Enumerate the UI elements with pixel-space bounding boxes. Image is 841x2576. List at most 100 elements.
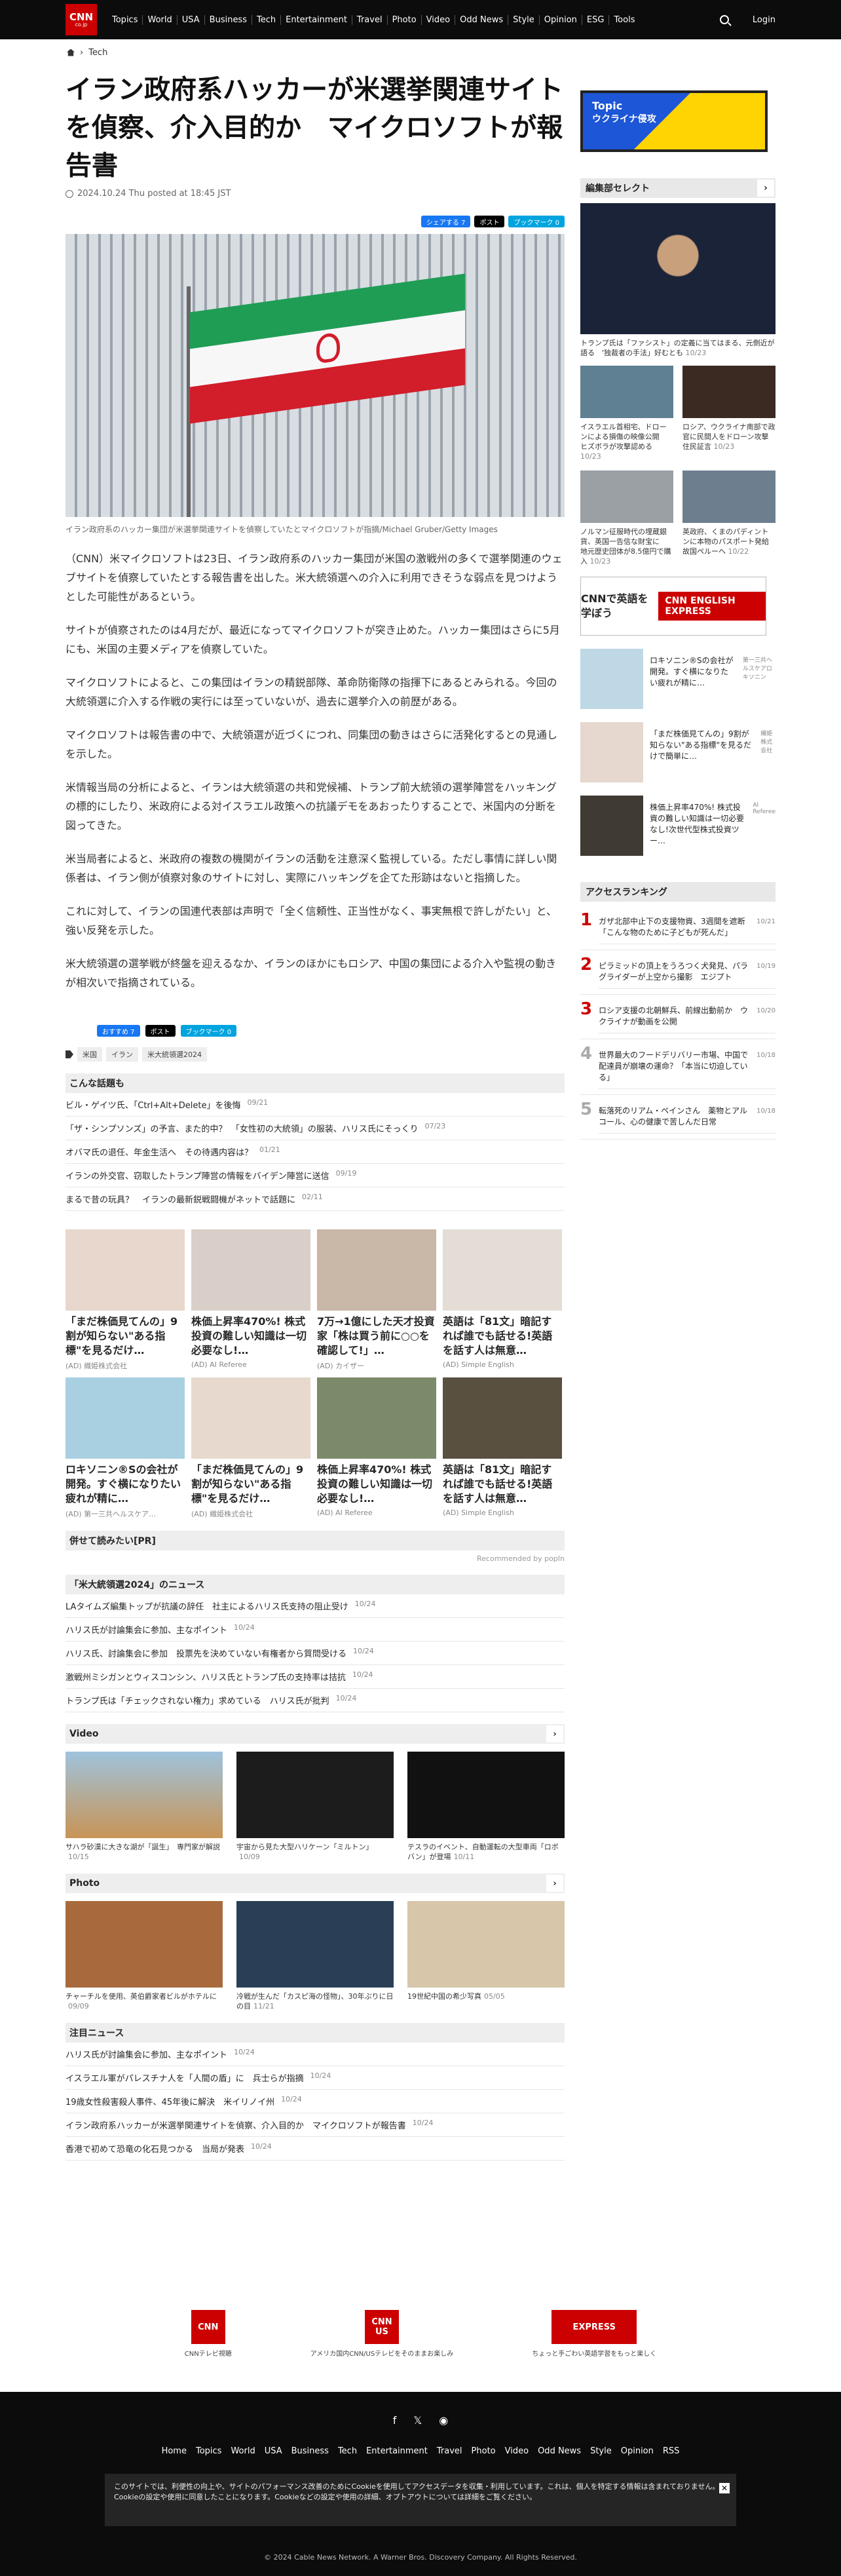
media-caption[interactable]: 冷戦が生んだ「カスピ海の怪物」、30年ぶりに日の目 11/21 <box>236 1991 394 2011</box>
footer-nav-item[interactable]: Opinion <box>621 2446 654 2456</box>
list-item[interactable]: イランの外交官、窃取したトランプ陣営の情報をバイデン陣営に送信 09/19 <box>65 1164 565 1187</box>
footer-nav-item[interactable]: Tech <box>338 2446 357 2456</box>
topic-banner[interactable]: Topic ウクライナ侵攻 <box>580 90 768 152</box>
editor-select-image[interactable] <box>580 471 673 523</box>
footer-nav-item[interactable]: Home <box>162 2446 187 2456</box>
ad-card[interactable]: 「まだ株価見てんの」9割が知らない"ある指標"を見るだけ… (AD) 織姫株式会社 <box>191 1377 310 1519</box>
ad-image[interactable] <box>65 1377 185 1459</box>
editor-select-image[interactable] <box>580 366 673 418</box>
footer-nav-item[interactable]: Entertainment <box>366 2446 428 2456</box>
ad-image[interactable] <box>443 1377 562 1459</box>
list-item[interactable]: 香港で初めて恐竜の化石見つかる 当局が発表 10/24 <box>65 2137 565 2161</box>
ranking-title[interactable]: ガザ北部中止下の支援物資、3週間を遮断「こんな物のために子どもが死んだ」 <box>599 916 749 938</box>
ranking-title[interactable]: 転落死のリアム・ペインさん 薬物とアルコール、心の健康で苦しんだ日常 <box>599 1105 749 1128</box>
ranking-title[interactable]: ピラミッドの頂上をうろつく犬発見、パラグライダーが上空から撮影 エジプト <box>599 961 749 983</box>
list-item[interactable]: ビル・ゲイツ氏、「Ctrl+Alt+Delete」を後悔 09/21 <box>65 1093 565 1117</box>
ranking-text[interactable]: ガザ北部中止下の支援物資、3週間を遮断「こんな物のために子どもが死んだ」 10/… <box>599 911 776 944</box>
list-item[interactable]: 激戦州ミシガンとウィスコンシン、ハリス氏とトランプ氏の支持率は拮抗 10/24 <box>65 1665 565 1689</box>
media-thumbnail[interactable] <box>65 1752 223 1838</box>
media-thumbnail[interactable] <box>236 1901 394 1988</box>
nav-item[interactable]: Tools <box>608 14 639 25</box>
editor-select-caption[interactable]: ロシア、ウクライナ南部で政官に民間人をドローン攻撃 住民証言 10/23 <box>682 422 776 452</box>
ad-image[interactable] <box>191 1377 310 1459</box>
feature-headline[interactable]: トランプ氏は「ファシスト」の定義に当てはまる、元側近が語る '独裁者の手法」好む… <box>580 338 776 358</box>
ad-title[interactable]: 株価上昇率470%! 株式投資の難しい知識は一切必要なし!… <box>317 1463 436 1506</box>
media-caption[interactable]: サハラ砂漠に大きな湖が「誕生」 専門家が解説 10/15 <box>65 1842 223 1862</box>
media-item[interactable]: 19世紀中国の希少写真 05/05 <box>407 1901 565 2011</box>
ad-title[interactable]: 「まだ株価見てんの」9割が知らない"ある指標"を見るだけ… <box>65 1315 185 1358</box>
chevron-right-icon[interactable]: › <box>546 1875 563 1892</box>
list-item-title[interactable]: イラン政府系ハッカーが米選挙関連サイトを偵察、介入目的か マイクロソフトが報告書 <box>65 2119 406 2131</box>
sidebar-ad-title[interactable]: ロキソニン®Sの会社が開発。すぐ横になりたい疲れが精に… <box>650 655 736 709</box>
list-item-title[interactable]: LAタイムズ編集トップが抗議の辞任 社主によるハリス氏支持の阻止受け <box>65 1600 348 1612</box>
list-item-title[interactable]: イランの外交官、窃取したトランプ陣営の情報をバイデン陣営に送信 <box>65 1169 329 1182</box>
ad-card[interactable]: 株価上昇率470%! 株式投資の難しい知識は一切必要なし!… (AD) AI Re… <box>191 1229 310 1371</box>
list-item[interactable]: ハリス氏、討論集会に参加 投票先を決めていない有権者から質問受ける 10/24 <box>65 1642 565 1665</box>
hatena-bookmark-button[interactable]: ブックマーク 0 <box>180 1025 237 1037</box>
sidebar-ad-text[interactable]: ロキソニン®Sの会社が開発。すぐ横になりたい疲れが精に… 第一三共ヘルスケアロキソ… <box>650 649 776 709</box>
media-title[interactable]: テスラのイベント、自動運転の大型車両「ロボバン」が登場 <box>407 1843 559 1861</box>
english-express-banner[interactable]: CNNで英語を学ぼう CNN ENGLISH EXPRESS <box>580 577 766 636</box>
ad-card[interactable]: 7万→1億にした天才投資家「株は買う前に○○を確認して!」… (AD) カイザー <box>317 1229 436 1371</box>
sidebar-ad-image[interactable] <box>580 649 643 709</box>
media-thumbnail[interactable] <box>407 1752 565 1838</box>
nav-item[interactable]: Style <box>508 14 539 25</box>
ad-card[interactable]: 株価上昇率470%! 株式投資の難しい知識は一切必要なし!… (AD) AI Re… <box>317 1377 436 1519</box>
list-item-title[interactable]: ハリス氏が討論集会に参加、主なポイント <box>65 1623 227 1636</box>
list-item-title[interactable]: ビル・ゲイツ氏、「Ctrl+Alt+Delete」を後悔 <box>65 1098 240 1111</box>
list-item[interactable]: ハリス氏が討論集会に参加、主なポイント 10/24 <box>65 1618 565 1642</box>
ranking-text[interactable]: 世界最大のフードデリバリー市場、中国で配達員が崩壊の運命？「本当に切迫している」… <box>599 1045 776 1089</box>
media-title[interactable]: チャーチルを使用、英伯爵家者ビルがホテルに <box>65 1992 217 2001</box>
ranking-title[interactable]: ロシア支援の北朝鮮兵、前線出動前か ウクライナが動画を公開 <box>599 1005 749 1028</box>
tag[interactable]: 米大統領選2024 <box>142 1047 207 1062</box>
nav-item[interactable]: USA <box>176 14 204 25</box>
list-item-title[interactable]: ハリス氏、討論集会に参加 投票先を決めていない有権者から質問受ける <box>65 1647 346 1659</box>
facebook-share-button[interactable]: シェアする 7 <box>421 216 471 227</box>
list-item-title[interactable]: 19歳女性殺害殺人事件、45年後に解決 米イリノイ州 <box>65 2095 274 2107</box>
sidebar-ad-image[interactable] <box>580 796 643 856</box>
nav-item[interactable]: Business <box>204 14 252 25</box>
media-caption[interactable]: 19世紀中国の希少写真 05/05 <box>407 1991 565 2001</box>
ad-image[interactable] <box>317 1377 436 1459</box>
tag[interactable]: 米国 <box>77 1047 102 1062</box>
ad-card[interactable]: 英語は「81文」暗記すれば誰でも話せる!英語を話す人は無意… (AD) Simpl… <box>443 1377 562 1519</box>
login-link[interactable]: Login <box>753 15 776 25</box>
media-item[interactable]: テスラのイベント、自動運転の大型車両「ロボバン」が登場 10/11 <box>407 1752 565 1862</box>
ranking-item[interactable]: 3 ロシア支援の北朝鮮兵、前線出動前か ウクライナが動画を公開 10/20 <box>580 995 776 1039</box>
nav-item[interactable]: Photo <box>386 14 421 25</box>
list-item[interactable]: ハリス氏が討論集会に参加、主なポイント 10/24 <box>65 2043 565 2066</box>
editor-select-caption[interactable]: ノルマン征服時代の埋蔵銀貨、英国一告信な財宝に 地元歴史団体が8.5億円で購入 … <box>580 527 673 566</box>
nav-item[interactable]: ESG <box>581 14 609 25</box>
sidebar-ad-title[interactable]: 「まだ株価見てんの」9割が知らない"ある指標"を見るだけで簡単に… <box>650 729 754 782</box>
ranking-text[interactable]: ピラミッドの頂上をうろつく犬発見、パラグライダーが上空から撮影 エジプト 10/… <box>599 955 776 989</box>
footer-nav-item[interactable]: Odd News <box>538 2446 581 2456</box>
list-item-title[interactable]: トランプ氏は「チェックされない権力」求めている ハリス氏が批判 <box>65 1694 329 1706</box>
editor-select-item[interactable]: 英政府、くまのパディントンに本物のパスポート発給 故国ペルーへ 10/22 <box>682 471 776 566</box>
ad-image[interactable] <box>191 1229 310 1311</box>
x-icon[interactable]: 𝕏 <box>413 2414 422 2427</box>
cnn-us-link[interactable]: CNN US アメリカ国内CNN/USテレビをそのままお楽しみ <box>310 2310 453 2358</box>
media-thumbnail[interactable] <box>236 1752 394 1838</box>
media-item[interactable]: 宇宙から見た大型ハリケーン「ミルトン」 10/09 <box>236 1752 394 1862</box>
ad-image[interactable] <box>443 1229 562 1311</box>
search-icon[interactable] <box>719 15 729 24</box>
facebook-icon[interactable]: f <box>393 2414 397 2427</box>
media-thumbnail[interactable] <box>65 1901 223 1988</box>
media-caption[interactable]: テスラのイベント、自動運転の大型車両「ロボバン」が登場 10/11 <box>407 1842 565 1862</box>
editor-select-item[interactable]: ノルマン征服時代の埋蔵銀貨、英国一告信な財宝に 地元歴史団体が8.5億円で購入 … <box>580 471 673 566</box>
list-item-title[interactable]: 「ザ・シンプソンズ」の予言、また的中？ 「女性初の大統領」の服装、ハリス氏にそっ… <box>65 1122 419 1134</box>
ranking-text[interactable]: ロシア支援の北朝鮮兵、前線出動前か ウクライナが動画を公開 10/20 <box>599 1000 776 1033</box>
list-item-title[interactable]: イスラエル軍がパレスチナ人を「人間の盾」に 兵士らが指摘 <box>65 2071 304 2084</box>
chevron-right-icon[interactable]: › <box>546 1725 563 1742</box>
breadcrumb-section[interactable]: Tech <box>88 48 107 58</box>
footer-nav-item[interactable]: World <box>231 2446 255 2456</box>
ad-card[interactable]: 英語は「81文」暗記すれば誰でも話せる!英語を話す人は無意… (AD) Simpl… <box>443 1229 562 1371</box>
footer-nav-item[interactable]: Photo <box>472 2446 496 2456</box>
sidebar-ad[interactable]: 「まだ株価見てんの」9割が知らない"ある指標"を見るだけで簡単に… 織姫株式会社 <box>580 716 776 782</box>
facebook-recommend-button[interactable]: おすすめ 7 <box>97 1025 140 1037</box>
editor-select-item[interactable]: ロシア、ウクライナ南部で政官に民間人をドローン攻撃 住民証言 10/23 <box>682 366 776 461</box>
nav-item[interactable]: Video <box>421 14 455 25</box>
ranking-title[interactable]: 世界最大のフードデリバリー市場、中国で配達員が崩壊の運命？「本当に切迫している」 <box>599 1050 749 1083</box>
editor-select-caption[interactable]: イスラエル首相宅、ドローンによる損傷の映像公開 ヒズボラが攻撃認める 10/23 <box>580 422 673 461</box>
english-express-link[interactable]: EXPRESS ちょっと手ごわい英語学習をもっと楽しく <box>532 2310 656 2358</box>
